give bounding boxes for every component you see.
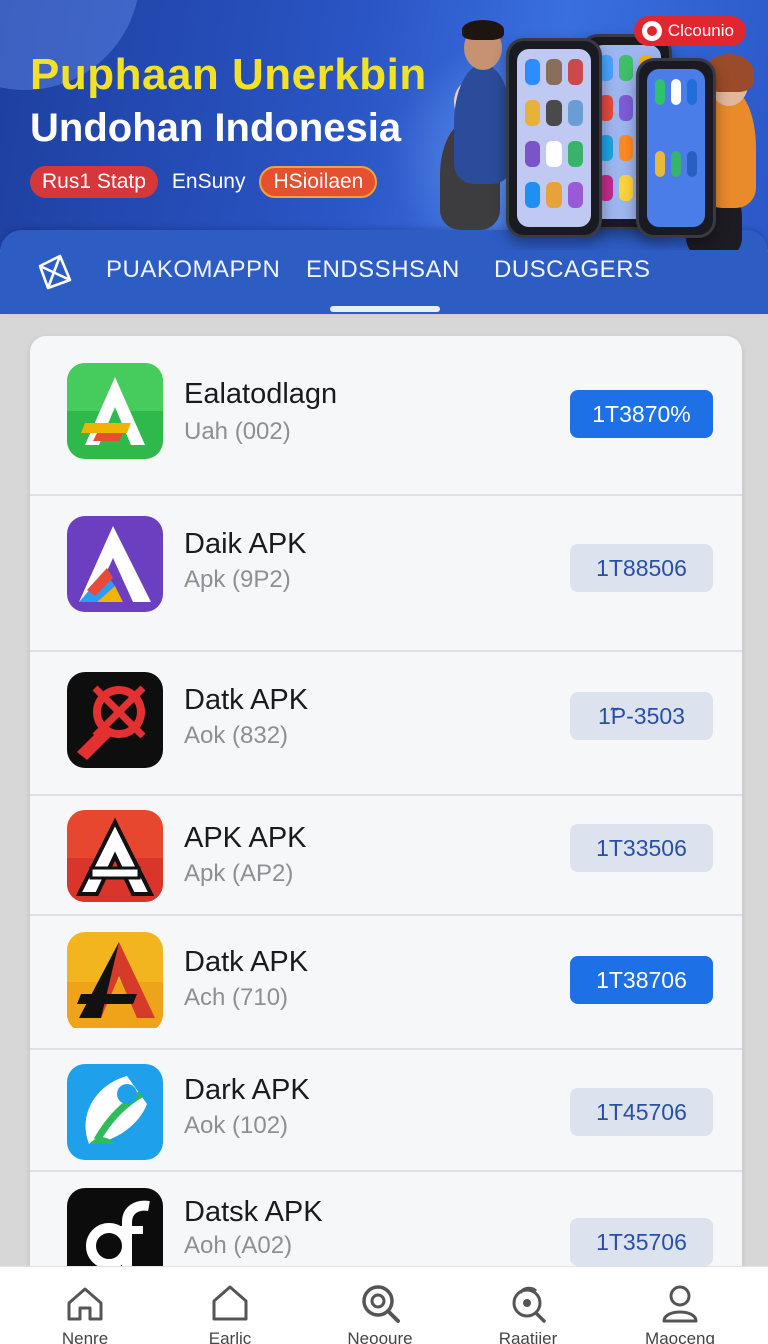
app-name: Datsk APK [184, 1196, 323, 1228]
app-action-button[interactable]: 1T45706 [570, 1088, 713, 1136]
badge-icon [641, 21, 662, 41]
phone-illustration [506, 38, 602, 238]
discover-icon [512, 1286, 546, 1323]
nav-label: Earlic [208, 1329, 252, 1344]
app-subtitle: Aok (832) [184, 722, 289, 749]
phones-illustration [440, 20, 760, 250]
app-name: Datk APK [184, 684, 309, 716]
blue-leaf-icon [67, 1064, 163, 1160]
nav-item-neooure[interactable]: Neooure [325, 1281, 435, 1344]
profile-icon [662, 1285, 698, 1323]
banner-title: Puphaan Unerkbin [30, 50, 427, 99]
person-illustration [454, 20, 512, 184]
purple-a-icon [67, 516, 163, 612]
tab-duscagers[interactable]: DUSCAGERS [494, 256, 651, 284]
app-action-button[interactable]: 1T38706 [570, 956, 713, 1004]
tab-puakomappn[interactable]: PUAKOMAPPN [106, 256, 280, 284]
app-subtitle: Ach (710) [184, 984, 289, 1011]
nav-label: Nenre [61, 1329, 109, 1344]
app-list: Ealatodlagn Uah (002) 1T3870% Daik APK A… [30, 336, 742, 1296]
app-action-button[interactable]: 1T3870% [570, 390, 713, 438]
list-item[interactable]: Datk APK Aok (832) 1̃P-3503 [30, 652, 742, 796]
nav-label: Neooure [347, 1329, 413, 1344]
search-icon [362, 1285, 400, 1323]
phone-illustration [636, 58, 716, 238]
app-subtitle: Uah (002) [184, 418, 291, 445]
red-key-icon [67, 672, 163, 768]
app-subtitle: Aok (102) [184, 1112, 289, 1139]
app-name: Ealatodlagn [184, 378, 338, 410]
network-logo-icon[interactable] [34, 252, 74, 292]
app-action-button[interactable]: 1T88506 [570, 544, 713, 592]
app-action-button[interactable]: 1T35706 [570, 1218, 713, 1266]
list-item[interactable]: Daik APK Apk (9P2) 1T88506 [30, 496, 742, 652]
banner-tag[interactable]: HSioilaen [259, 166, 378, 198]
nav-label: Raatiier [498, 1329, 558, 1344]
list-item[interactable]: APK APK Apk (AP2) 1T33506 [30, 796, 742, 916]
list-item[interactable]: Dark APK Aok (102) 1T45706 [30, 1050, 742, 1172]
nav-item-nenre[interactable]: Nenre [30, 1281, 140, 1344]
nav-item-raatiier[interactable]: Raatiier [473, 1281, 583, 1344]
list-item[interactable]: Ealatodlagn Uah (002) 1T3870% [30, 336, 742, 496]
nav-item-maoceng[interactable]: Maoceng [625, 1281, 735, 1344]
bottom-navigation: Nenre Earlic Neooure Raatiier Maoceng [0, 1266, 768, 1344]
active-tab-indicator [330, 306, 440, 312]
app-name: APK APK [184, 822, 307, 854]
app-action-button[interactable]: 1̃P-3503 [570, 692, 713, 740]
tab-endsshsan[interactable]: ENDSSHSAN [306, 256, 460, 284]
app-name: Daik APK [184, 528, 307, 560]
app-name: Datk APK [184, 946, 309, 978]
app-subtitle: Apk (AP2) [184, 860, 294, 887]
app-name: Dark APK [184, 1074, 310, 1106]
nav-item-earlic[interactable]: Earlic [175, 1281, 285, 1344]
banner-subtitle: Undohan Indonesia [30, 106, 402, 150]
house-outline-icon [212, 1285, 248, 1321]
list-item[interactable]: Datk APK Ach (710) 1T38706 [30, 916, 742, 1050]
app-subtitle: Apk (9P2) [184, 566, 291, 593]
yellow-a-icon [67, 932, 163, 1032]
badge-label: Clcounio [667, 21, 734, 40]
banner-tag: EnSuny [171, 170, 246, 193]
banner-tags: Rus1 Statp EnSuny HSioilaen [30, 166, 378, 198]
promo-banner[interactable]: Puphaan Unerkbin Undohan Indonesia Rus1 … [0, 0, 768, 250]
banner-badge[interactable]: Clcounio [633, 16, 746, 46]
home-icon [67, 1287, 103, 1321]
app-subtitle: Aoh (A02) [184, 1232, 293, 1259]
green-a-icon [67, 363, 163, 459]
orange-a-icon [67, 810, 163, 902]
banner-tag[interactable]: Rus1 Statp [30, 166, 158, 198]
app-action-button[interactable]: 1T33506 [570, 824, 713, 872]
nav-label: Maoceng [645, 1329, 715, 1344]
